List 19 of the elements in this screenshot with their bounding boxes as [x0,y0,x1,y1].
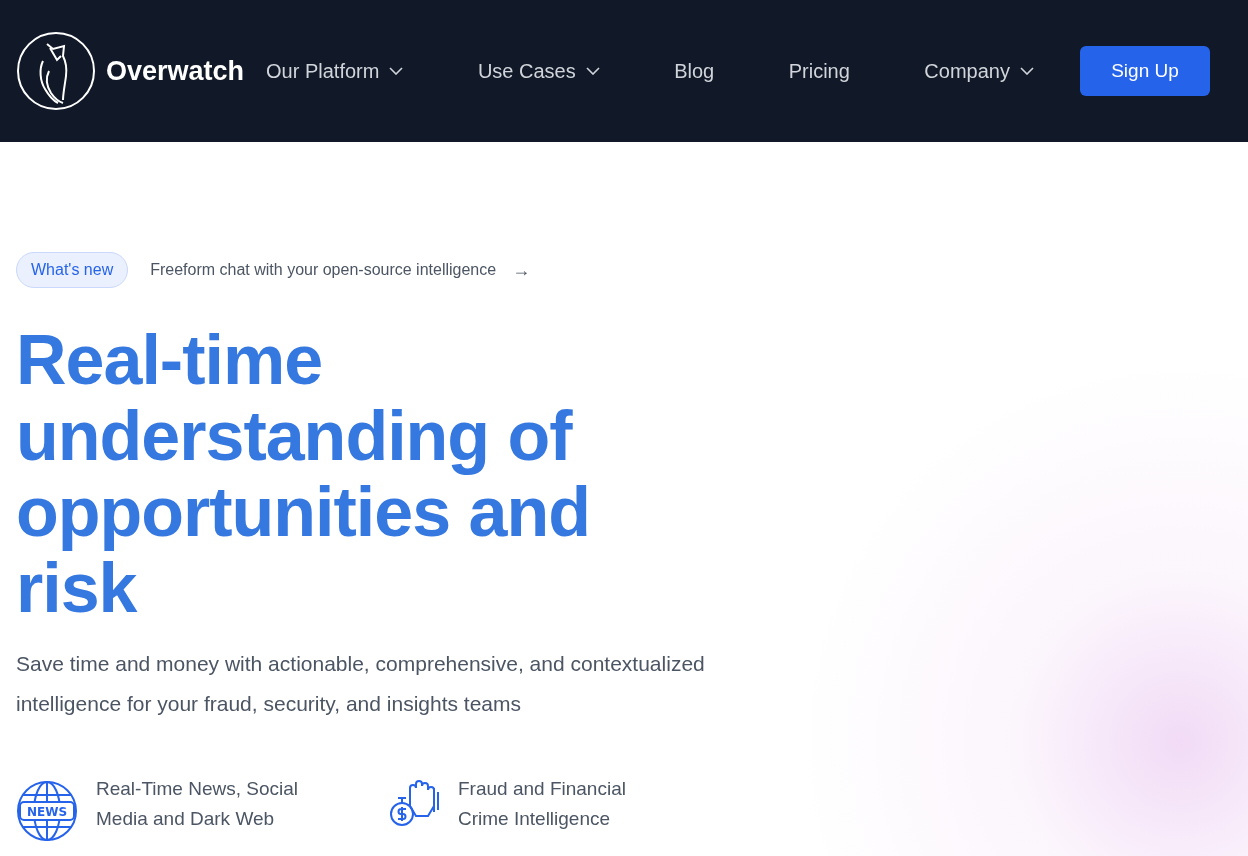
nav-dropdown[interactable]: Use Cases [477,59,600,83]
announcement-link[interactable]: Freeform chat with your open-source intelligence [150,261,497,279]
chevron-down-icon [1019,67,1034,75]
globe-icon: NEWS [16,780,78,842]
nav-dropdown[interactable]: Our Platform [266,59,404,83]
nav-dropdown[interactable]: Company [924,59,1034,83]
owl-logo-icon[interactable] [16,31,96,111]
feature-text: Real-Time News, Social Media and Dark Web [96,777,299,831]
chevron-down-icon [389,67,404,75]
feature-text: Fraud and Financial Crime Intelligence [458,777,627,831]
chevron-down-icon [585,67,600,75]
hero-heading: Real-time understanding of opportunities and risk [16,322,592,626]
nav-link[interactable]: Blog [674,59,715,83]
nav-link[interactable]: Pricing [788,59,850,83]
brand-name[interactable]: Overwatch [106,55,245,87]
whats-new-badge[interactable]: What's new [16,252,129,288]
hero-subtitle: Save time and money with actionable, comprehensive, and contextualized intelligence for your fraud, security, and insights teams [16,651,706,717]
right-arrow[interactable]: → [512,259,531,281]
sign-up-button[interactable]: Sign Up [1080,46,1210,96]
